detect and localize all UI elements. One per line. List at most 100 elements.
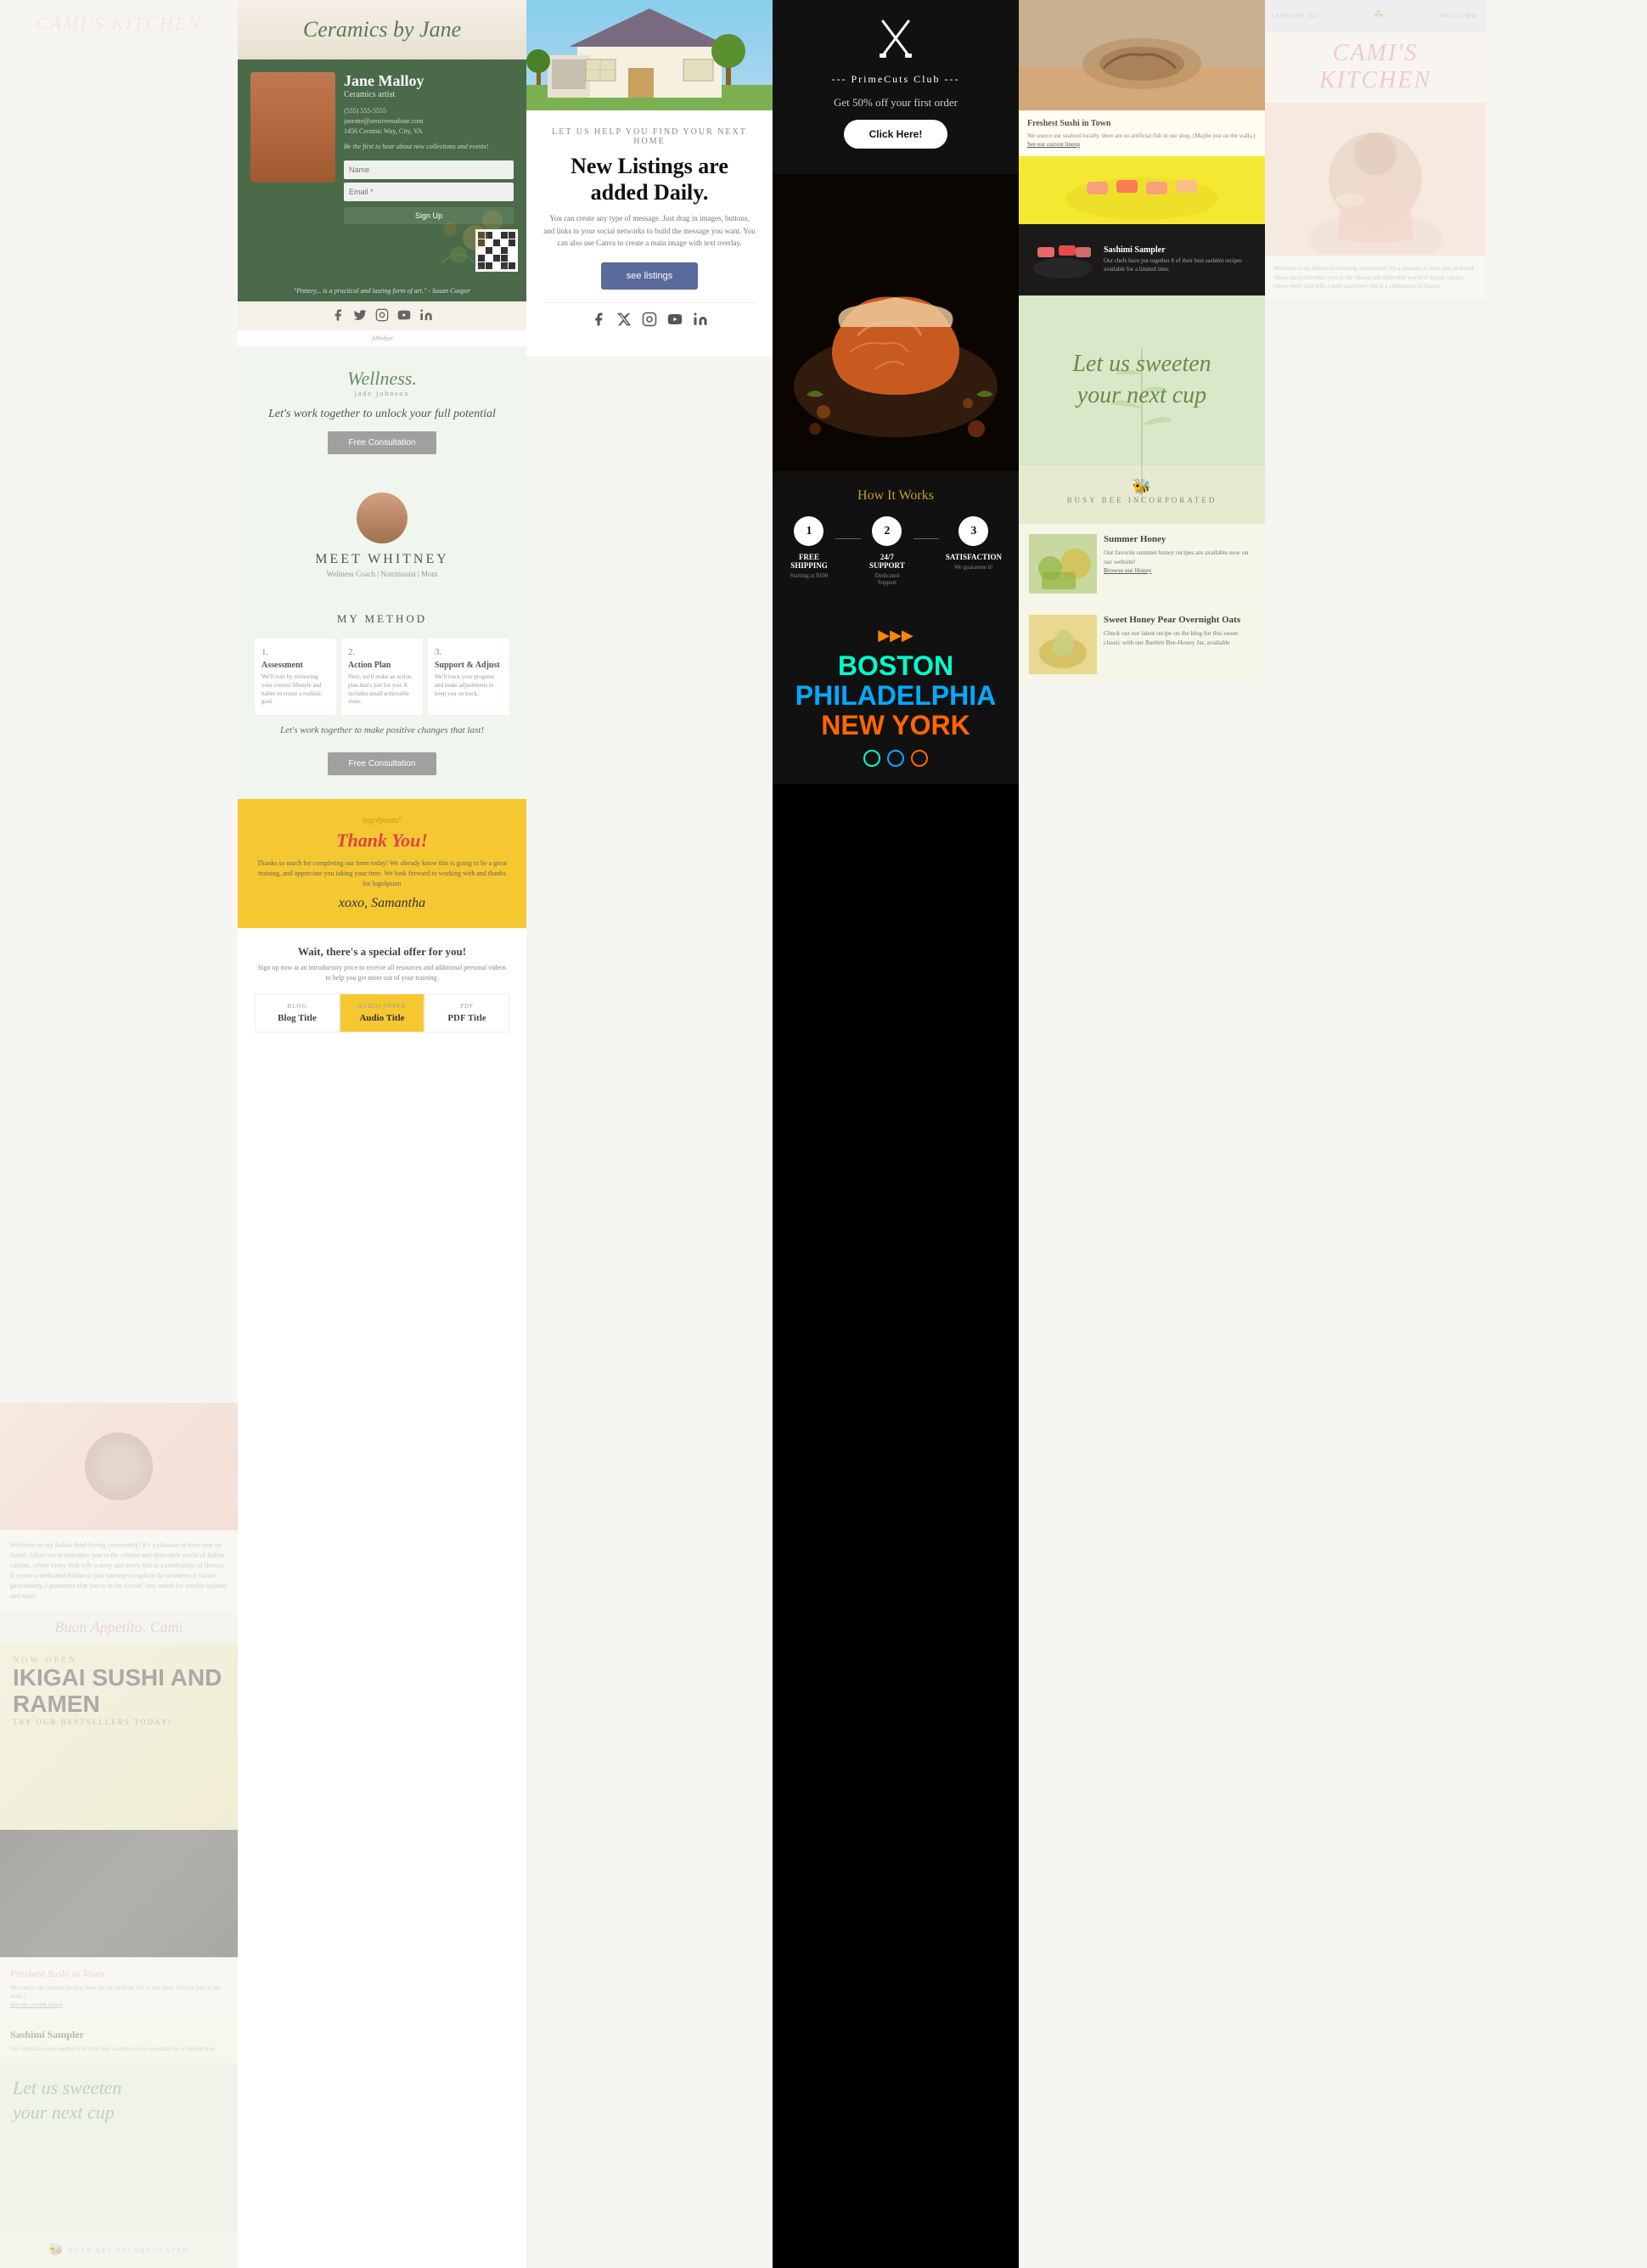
realestate-column: LET US HELP YOU FIND YOUR NEXT HOME New … (526, 0, 773, 2268)
ceramics-instagram-icon[interactable] (375, 308, 389, 324)
offer-pdf-label: PDF (430, 1003, 504, 1010)
how-step-3-number: 3 (958, 516, 988, 546)
honey-sweeten-section: Let us sweeten your next cup (1019, 295, 1265, 465)
realestate-hero-image (526, 0, 773, 110)
wellness-avatar-img (357, 492, 408, 543)
honey-sashimi-dark-title: Sashimi Sampler (1104, 245, 1255, 255)
honey-yellow-image-section (1019, 156, 1265, 224)
wellness-logo-area: Wellness. jade johnson (255, 368, 509, 397)
method-3-title: Support & Adjust (435, 661, 503, 670)
wellness-method-section: MY METHOD 1. Assessment We'll start by r… (238, 595, 526, 799)
ceramics-twitter-icon[interactable] (353, 308, 367, 324)
realestate-youtube-icon[interactable] (667, 312, 683, 331)
ceramics-form: Sign Up (344, 160, 514, 224)
honey-summer-link[interactable]: Browse our Honey (1104, 566, 1255, 574)
left-freshest-title: Freshest Sushi in Town (10, 1967, 228, 1980)
ceramics-linkedin-icon[interactable] (419, 308, 433, 324)
rf-leaf-icon: ☘ (1373, 8, 1384, 23)
wellness-consultation-button-2[interactable]: Free Consultation (328, 752, 437, 775)
ceramics-header: Ceramics by Jane (238, 0, 526, 59)
honey-seafood-desc: We source our seafood locally, there are… (1027, 132, 1256, 141)
honey-sweeten-content: Let us sweeten your next cup (1072, 349, 1211, 411)
method-2-text: Next, we'll make an action plan that's j… (348, 673, 416, 706)
wellness-method-card-3: 3. Support & Adjust We'll track your pro… (428, 639, 509, 715)
left-see-lineup-link[interactable]: See our current lineup (10, 2001, 228, 2008)
rf-welcome-label: WELCOME! (1440, 13, 1479, 20)
honey-summer-text: Our favorite summer honey recipes are av… (1104, 548, 1255, 567)
honey-pear-content: Sweet Honey Pear Overnight Oats Check ou… (1104, 615, 1255, 648)
wellness-method-card-1: 1. Assessment We'll start by reviewing y… (255, 639, 336, 715)
realestate-pretitle: LET US HELP YOU FIND YOUR NEXT HOME (543, 127, 756, 146)
wellness-method-title: MY METHOD (255, 612, 509, 626)
special-offer-section: Wait, there's a special offer for you! S… (238, 928, 526, 1050)
left-freshest-section: Freshest Sushi in Town We source our sea… (0, 1957, 238, 2018)
honey-sashimi-dark-section: Sashimi Sampler Our chefs have put toget… (1019, 224, 1265, 295)
how-step-1: 1 FREE SHIPPING Starting at $100 (790, 516, 829, 586)
city-circles-decoration (790, 750, 1002, 767)
left-sweeten-section: Let us sweeten your next cup (0, 2063, 238, 2233)
rf-intro-text: Welcome to my Italian food-loving commun… (1265, 256, 1486, 300)
how-it-works-section: How It Works 1 FREE SHIPPING Starting at… (773, 471, 1019, 603)
offer-card-blog: BLOG Blog Title (255, 993, 340, 1033)
left-now-open-label: NOW OPEN (13, 1656, 225, 1665)
honey-summer-item: Summer Honey Our favorite summer honey r… (1019, 524, 1265, 605)
primecuts-meat-image (773, 174, 1019, 471)
ceramics-profile: Jane Malloy Ceramics artist (555) 555-55… (250, 72, 514, 224)
offer-pdf-title: PDF Title (430, 1013, 504, 1023)
city-arrows-decoration: ▶▶▶ (790, 627, 1002, 644)
ceramics-name-input[interactable] (344, 160, 514, 179)
honey-sashimi-dark-content: Sashimi Sampler Our chefs have put toget… (1104, 245, 1255, 274)
primecuts-offer-text: Get 50% off your first order (790, 96, 1002, 110)
realestate-see-listings-button[interactable]: see listings (601, 262, 698, 290)
rf-top-bar: JANUARY '24 ☘ WELCOME! (1265, 0, 1486, 31)
how-step-3-sub: We guarantee it! (946, 564, 1002, 571)
realestate-social-icons (543, 302, 756, 340)
offer-blog-label: BLOG (260, 1003, 334, 1010)
step-line-1 (835, 538, 861, 539)
honey-summer-title: Summer Honey (1104, 534, 1255, 544)
how-step-2-sub: Dedicated Support (868, 572, 907, 586)
how-step-2-title: 24/7 SUPPORT (868, 553, 907, 570)
house-illustration (526, 0, 773, 110)
ceramics-phone: (555) 555-5555 (344, 106, 514, 116)
wellness-tagline: Let's work together to unlock your full … (255, 408, 509, 421)
ceramics-facebook-icon[interactable] (331, 308, 345, 324)
wellness-meet-section: MEET WHITNEY Wellness Coach | Nutritioni… (238, 476, 526, 595)
wellness-consultation-button[interactable]: Free Consultation (328, 431, 437, 454)
realestate-twitter-icon[interactable] (616, 312, 632, 331)
ceramics-social-icons (238, 301, 526, 330)
wellness-logo-sub: jade johnson (255, 390, 509, 397)
offer-audio-label: AUDIO OFFER (345, 1003, 419, 1010)
left-sushi-section: NOW OPEN IKIGAI SUSHI AND RAMEN TRY OUR … (0, 1643, 238, 1830)
honey-sashimi-dark-text: Our chefs have put together 8 of their b… (1104, 257, 1255, 274)
left-camis-header: CAMI'S KITCHEN (0, 0, 238, 1403)
left-hero-woman-figure (85, 1432, 153, 1500)
city-philadelphia: PHILADELPHIA (790, 681, 1002, 711)
realestate-facebook-icon[interactable] (591, 312, 606, 331)
primecuts-header: --- PrimeCuts Club --- Get 50% off your … (773, 0, 1019, 174)
city-newyork: NEW YORK (790, 711, 1002, 740)
honey-seafood-link[interactable]: See our current lineup (1027, 141, 1256, 148)
ceramics-youtube-icon[interactable] (397, 308, 411, 324)
city-circle-blue (887, 750, 904, 767)
primecuts-click-here-button[interactable]: Click Here! (844, 120, 948, 149)
realestate-linkedin-icon[interactable] (693, 312, 708, 331)
method-1-num: 1. (261, 647, 329, 657)
left-sashimi-title: Sashimi Sampler (10, 2029, 228, 2041)
thankyou-title: Thank You! (255, 830, 509, 852)
method-1-text: We'll start by reviewing your current li… (261, 673, 329, 706)
honey-top-image (1019, 0, 1265, 110)
ceramics-portrait (250, 72, 335, 183)
realestate-instagram-icon[interactable] (642, 312, 657, 331)
ceramics-email-input[interactable] (344, 183, 514, 201)
how-step-3-title: SATISFACTION (946, 553, 1002, 561)
ceramics-signup-button[interactable]: Sign Up (344, 207, 514, 224)
method-1-title: Assessment (261, 661, 329, 670)
special-offer-text: Sign up now at an introductory price to … (255, 963, 509, 983)
how-it-works-title: How It Works (790, 488, 1002, 504)
right-fade-column: JANUARY '24 ☘ WELCOME! CAMI'S KITCHEN (1265, 0, 1486, 2268)
thankyou-signature: xoxo, Samantha (255, 896, 509, 911)
wellness-method-cards: 1. Assessment We'll start by reviewing y… (255, 639, 509, 715)
left-sweeten-text: Let us sweeten your next cup (13, 2076, 225, 2124)
wellness-logo: Wellness. (255, 368, 509, 390)
